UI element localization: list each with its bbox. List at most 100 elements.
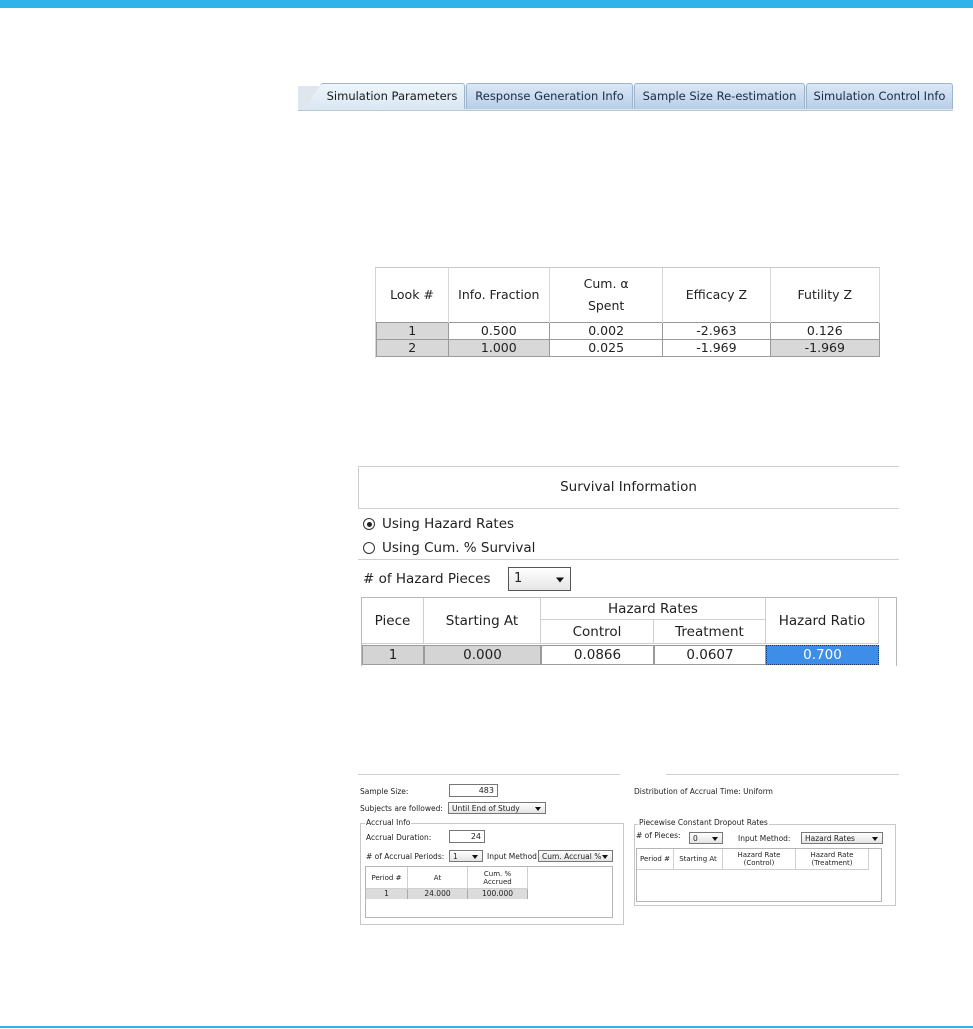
dropout-pieces-value: 0	[693, 834, 698, 843]
bottom-accent-line	[0, 1026, 973, 1028]
cell-info-fraction[interactable]: 0.500	[447, 321, 551, 340]
grid-header-starting-at: Starting At	[674, 849, 723, 870]
cell-look: 2	[376, 338, 449, 357]
cell-control[interactable]: 0.0866	[541, 645, 654, 665]
grid-header-cum-accrued: Cum. % Accrued	[468, 867, 528, 889]
tab-simulation-control-info[interactable]: Simulation Control Info	[806, 83, 953, 109]
cell-info-fraction: 1.000	[447, 338, 551, 357]
accrual-duration-label: Accrual Duration:	[366, 833, 432, 842]
radio-selected-icon[interactable]	[363, 518, 375, 530]
tab-strip: Simulation Parameters Response Generatio…	[298, 81, 953, 111]
input-method-select[interactable]: Cum. Accrual %	[538, 850, 613, 862]
chevron-down-icon	[556, 577, 564, 583]
divider	[358, 508, 899, 509]
accrual-periods-value: 1	[453, 852, 458, 861]
top-accent-bar	[0, 0, 973, 8]
cell-starting-at: 0.000	[424, 645, 541, 665]
cell-piece: 1	[362, 645, 424, 665]
divider	[666, 774, 899, 775]
distribution-text: Distribution of Accrual Time: Uniform	[634, 787, 773, 796]
sample-size-input[interactable]: 483	[449, 784, 498, 797]
radio-label: Using Hazard Rates	[382, 516, 515, 532]
header-hazard-rates: Hazard Rates	[541, 598, 766, 620]
dropout-input-method-label: Input Method:	[738, 834, 791, 843]
grid-header-hazard-control: Hazard Rate (Control)	[723, 849, 796, 870]
accrual-duration-input[interactable]: 24	[449, 830, 485, 843]
accrual-panel: Sample Size: 483 Subjects are followed: …	[358, 770, 899, 930]
header-treatment: Treatment	[654, 620, 766, 644]
input-method-value: Cum. Accrual %	[542, 852, 602, 861]
grid-cell-period: 1	[366, 889, 408, 899]
divider	[358, 774, 620, 775]
cell-cum-alpha[interactable]: 0.002	[549, 321, 664, 340]
cell-treatment[interactable]: 0.0607	[654, 645, 766, 665]
dropout-input-method-select[interactable]: Hazard Rates	[801, 832, 883, 844]
grid-header-at: At	[408, 867, 468, 889]
radio-label: Using Cum. % Survival	[382, 540, 536, 556]
grid-cell-at: 24.000	[408, 889, 468, 899]
accrual-periods-grid: Period # At Cum. % Accrued 1 24.000 100.…	[365, 866, 613, 918]
dropout-pieces-label: # of Pieces:	[636, 831, 681, 840]
survival-title: Survival Information	[560, 479, 697, 495]
grid-header-hazard-treatment: Hazard Rate (Treatment)	[796, 849, 869, 870]
grid-header-period: Period #	[366, 867, 408, 889]
grid-header-cum: Cum. %	[483, 869, 512, 878]
hazard-pieces-select[interactable]: 1	[508, 567, 571, 591]
grid-header-treatment: (Treatment)	[811, 859, 853, 867]
header-control: Control	[541, 620, 654, 644]
subjects-followed-label: Subjects are followed:	[360, 804, 443, 813]
chevron-down-icon	[712, 837, 718, 841]
cell-hazard-ratio[interactable]: 0.700	[766, 645, 879, 665]
survival-information-panel: Survival Information Using Hazard Rates …	[358, 466, 899, 666]
header-efficacy-z: Efficacy Z	[662, 268, 771, 322]
cell-efficacy-z[interactable]: -2.963	[662, 321, 771, 340]
header-info-fraction: Info. Fraction	[448, 268, 551, 322]
hazard-table: Piece Starting At Hazard Rates Control T…	[361, 597, 897, 666]
radio-using-cum-survival[interactable]: Using Cum. % Survival	[363, 540, 535, 556]
table-row: 2 1.000 0.025 -1.969 -1.969	[376, 338, 881, 357]
chevron-down-icon	[872, 837, 878, 841]
cell-efficacy-z[interactable]: -1.969	[662, 338, 771, 357]
chevron-down-icon	[472, 855, 478, 859]
grid-header-hazard-rate: Hazard Rate	[737, 851, 781, 859]
header-look: Look #	[376, 268, 449, 322]
tab-response-generation-info[interactable]: Response Generation Info	[466, 83, 633, 109]
header-spent: Spent	[587, 297, 625, 313]
grid-header-hazard-rate: Hazard Rate	[810, 851, 854, 859]
radio-using-hazard-rates[interactable]: Using Hazard Rates	[363, 516, 514, 532]
radio-unselected-icon[interactable]	[363, 542, 375, 554]
tab-sample-size-reestimation[interactable]: Sample Size Re-estimation	[634, 83, 805, 109]
header-cum-alpha-spent: Cum. α Spent	[549, 268, 664, 322]
chevron-down-icon	[602, 855, 608, 859]
cell-look: 1	[376, 321, 449, 340]
header-hazard-ratio: Hazard Ratio	[766, 598, 879, 644]
cell-futility-z: -1.969	[769, 338, 881, 357]
dropout-input-method-value: Hazard Rates	[805, 834, 855, 843]
grid-header-accrued: Accrued	[483, 877, 512, 886]
dropout-pieces-select[interactable]: 0	[689, 832, 723, 844]
header-starting-at: Starting At	[424, 598, 541, 644]
hazard-pieces-value: 1	[514, 571, 523, 586]
dropout-rates-grid: Period # Starting At Hazard Rate (Contro…	[636, 848, 882, 902]
divider	[358, 559, 899, 560]
panel-border	[358, 466, 899, 467]
header-piece: Piece	[362, 598, 424, 644]
tab-simulation-parameters[interactable]: Simulation Parameters	[320, 83, 465, 109]
header-cum-alpha: Cum. α	[583, 275, 629, 291]
hazard-pieces-label: # of Hazard Pieces	[363, 571, 491, 587]
grid-header-period: Period #	[637, 849, 674, 870]
table-row: 1 0.500 0.002 -2.963 0.126	[376, 321, 881, 340]
grid-header-control: (Control)	[743, 859, 775, 867]
cell-cum-alpha[interactable]: 0.025	[549, 338, 664, 357]
chevron-down-icon	[535, 807, 541, 811]
sample-size-label: Sample Size:	[360, 787, 409, 796]
input-method-label: Input Method	[487, 852, 537, 861]
subjects-followed-value: Until End of Study	[452, 804, 520, 813]
cell-futility-z[interactable]: 0.126	[769, 321, 881, 340]
header-futility-z: Futility Z	[770, 268, 881, 322]
subjects-followed-select[interactable]: Until End of Study	[448, 802, 546, 814]
looks-table: Look # Info. Fraction Cum. α Spent Effica…	[375, 267, 881, 358]
accrual-periods-label: # of Accrual Periods:	[366, 852, 445, 861]
accrual-periods-select[interactable]: 1	[449, 850, 483, 862]
grid-cell-cum-accrued: 100.000	[468, 889, 528, 899]
